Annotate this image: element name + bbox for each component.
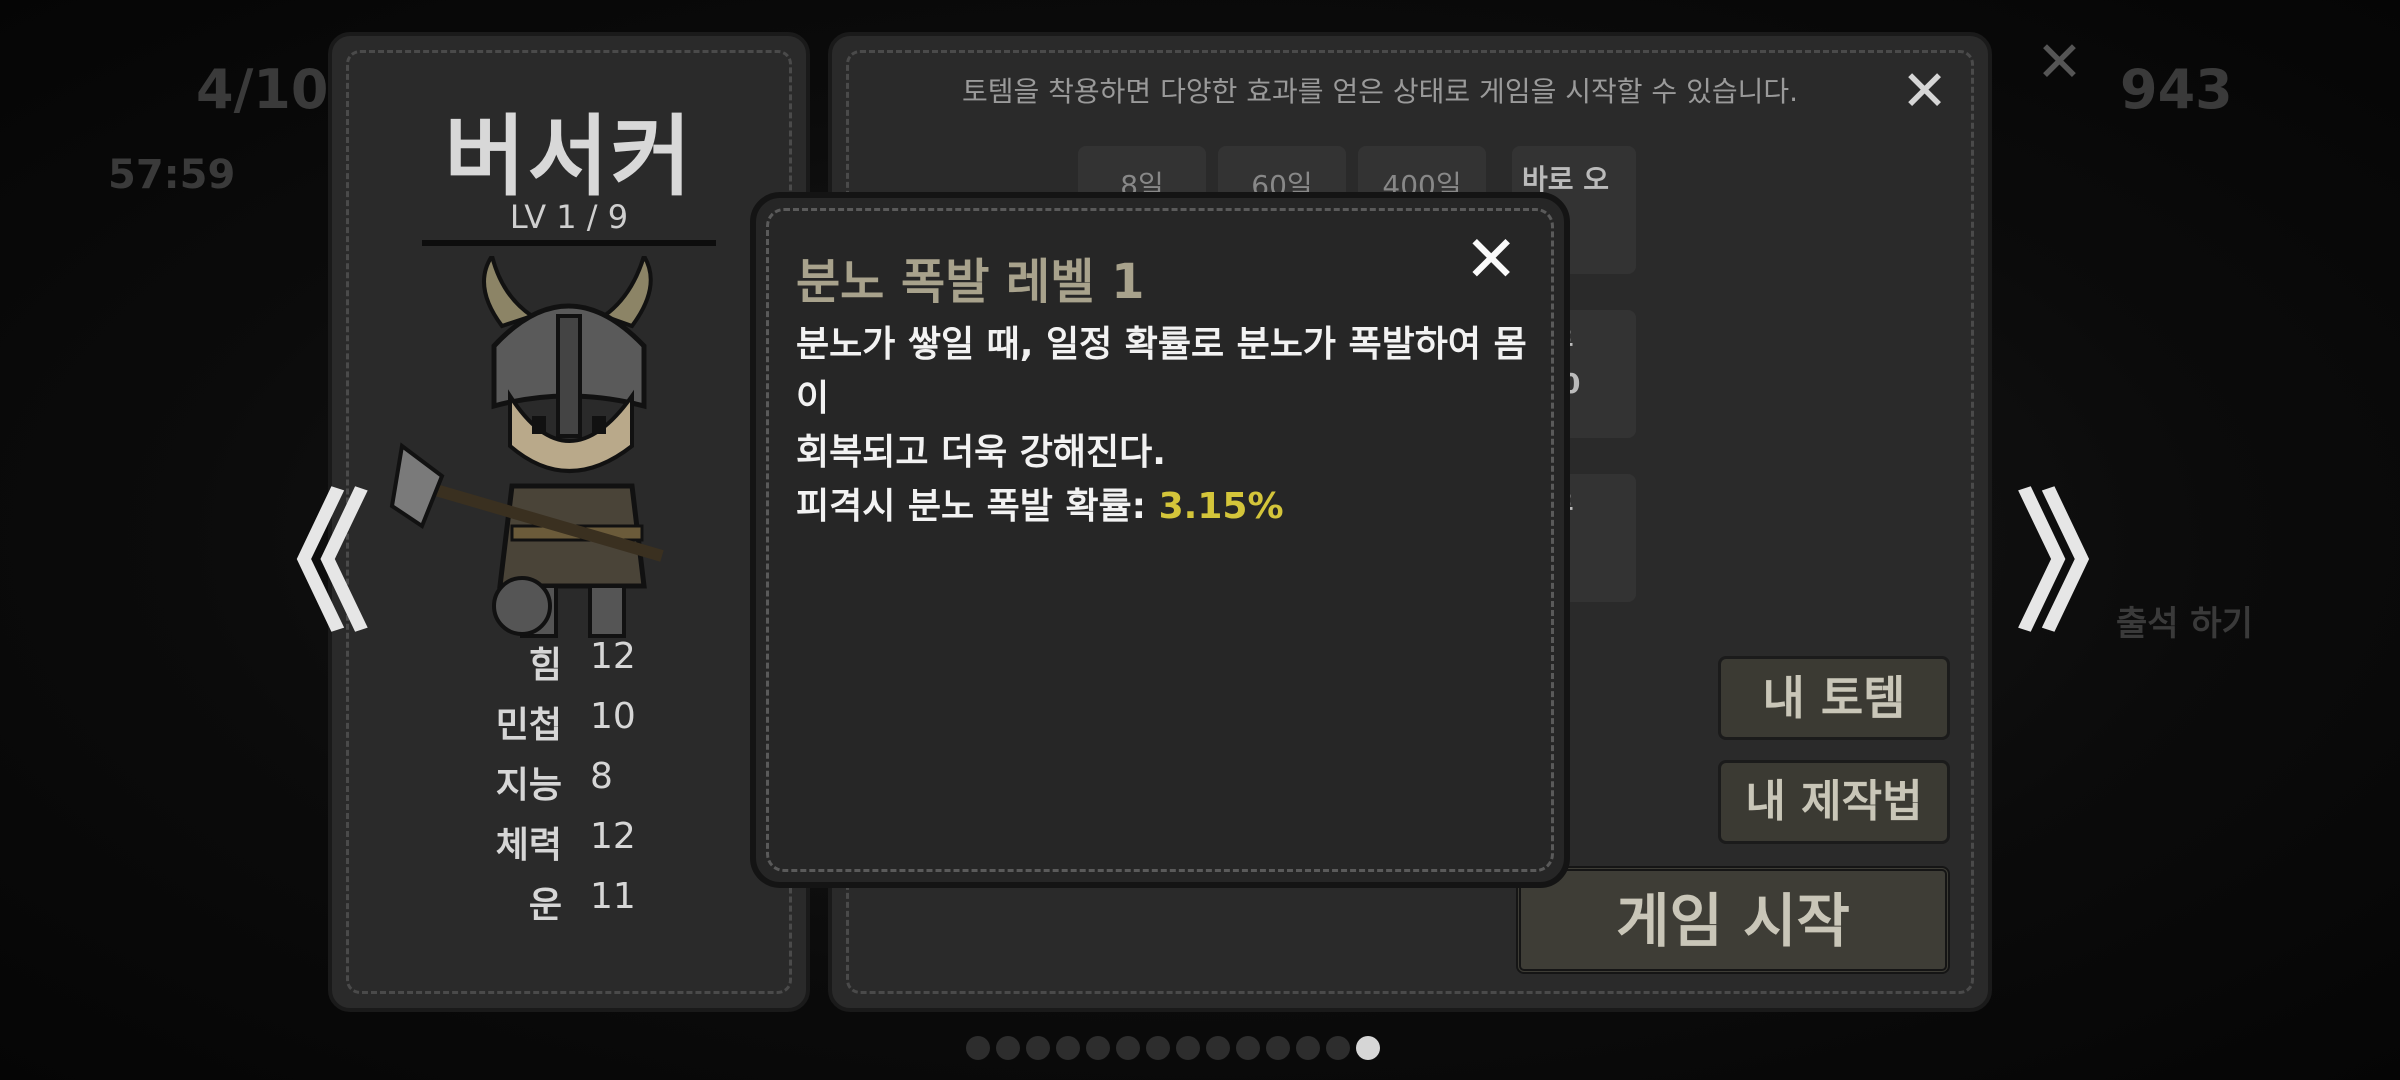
popup-line: 분노가 쌓일 때, 일정 확률로 분노가 폭발하여 몸이: [796, 324, 1527, 419]
stat-row: 운 11: [332, 876, 814, 936]
skill-popup: 분노 폭발 레벨 1 ✕ 분노가 쌓일 때, 일정 확률로 분노가 폭발하여 몸…: [750, 192, 1570, 888]
totem-description: 토템을 착용하면 다양한 효과를 얻은 상태로 게임을 시작할 수 있습니다.: [961, 75, 1799, 108]
page-dot[interactable]: [1086, 1036, 1110, 1060]
close-icon[interactable]: ✕: [2036, 30, 2083, 95]
stat-value: 10: [590, 696, 636, 737]
page-dot[interactable]: [1266, 1036, 1290, 1060]
stat-row: 체력 12: [332, 816, 814, 876]
close-icon[interactable]: ✕: [1901, 64, 1948, 120]
chance-value: 3.15%: [1158, 486, 1284, 527]
next-arrow-icon[interactable]: 》: [2016, 490, 2166, 640]
stat-row: 민첩 10: [332, 696, 814, 756]
currency-text: 943: [2120, 58, 2233, 121]
stage-counter: 4/10: [196, 58, 329, 121]
page-dot[interactable]: [996, 1036, 1020, 1060]
popup-line: 회복되고 더욱 강해진다.: [796, 432, 1166, 473]
stat-value: 11: [590, 876, 636, 917]
stat-label: 민첩: [495, 705, 562, 746]
page-dot[interactable]: [1206, 1036, 1230, 1060]
my-totem-button[interactable]: 내 토템: [1718, 656, 1950, 740]
close-icon[interactable]: ✕: [1464, 228, 1518, 292]
page-dot[interactable]: [1056, 1036, 1080, 1060]
character-level: LV 1 / 9: [509, 198, 629, 236]
stat-row: 지능 8: [332, 756, 814, 816]
start-game-button[interactable]: 게임 시작: [1516, 866, 1950, 974]
page-dot[interactable]: [1116, 1036, 1140, 1060]
page-dot[interactable]: [1236, 1036, 1260, 1060]
character-name: 버서커: [444, 105, 694, 208]
stat-label: 힘: [528, 645, 562, 686]
page-dot[interactable]: [1026, 1036, 1050, 1060]
stat-value: 12: [590, 816, 636, 857]
page-dot[interactable]: [1176, 1036, 1200, 1060]
stat-label: 운: [528, 885, 562, 926]
stat-label: 체력: [495, 825, 562, 866]
stat-label: 지능: [495, 765, 562, 806]
berserker-portrait: [389, 256, 664, 638]
my-recipe-button[interactable]: 내 제작법: [1718, 760, 1950, 844]
page-dot[interactable]: [1146, 1036, 1170, 1060]
popup-chance-line: 피격시 분노 폭발 확률: 3.15%: [796, 480, 1530, 534]
page-dot[interactable]: [966, 1036, 990, 1060]
stat-value: 12: [590, 636, 636, 677]
character-panel: 버서커 LV 1 / 9 힘 12 민첩 10 지능 8 체력 12 운 11: [328, 32, 810, 1012]
timer-text: 57:59: [108, 152, 236, 198]
page-dot[interactable]: [1326, 1036, 1350, 1060]
stat-row: 힘 12: [332, 636, 814, 696]
popup-title: 분노 폭발 레벨 1: [796, 254, 1145, 310]
popup-body: 분노가 쌓일 때, 일정 확률로 분노가 폭발하여 몸이 회복되고 더욱 강해진…: [796, 318, 1530, 534]
page-indicator: [966, 1036, 1380, 1060]
chance-label: 피격시 분노 폭발 확률:: [796, 486, 1147, 527]
page-dot[interactable]: [1296, 1036, 1320, 1060]
page-dot[interactable]: [1356, 1036, 1380, 1060]
prev-arrow-icon[interactable]: 《: [220, 490, 370, 640]
stat-value: 8: [590, 756, 613, 797]
level-divider: [422, 240, 716, 246]
